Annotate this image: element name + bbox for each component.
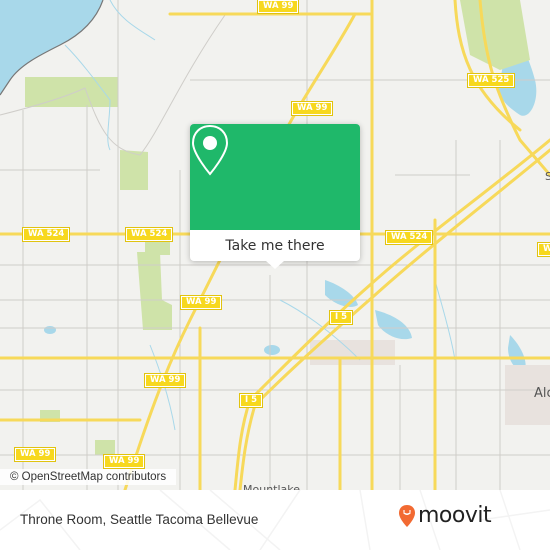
place-name: Throne Room, Seattle Tacoma Bellevue	[20, 512, 259, 527]
route-shield: WA 99	[102, 454, 146, 469]
water-lake-2	[325, 280, 358, 307]
route-shield: WA 524	[21, 227, 71, 242]
park-3	[137, 252, 172, 330]
route-shield: WA 99	[256, 0, 300, 14]
location-popup: Take me there	[190, 124, 360, 269]
popup-pointer	[266, 261, 284, 269]
brand-name: moovit	[418, 503, 492, 528]
map-pin-icon	[191, 124, 229, 176]
moovit-logo[interactable]: moovit	[398, 503, 492, 528]
map-attribution[interactable]: © OpenStreetMap contributors	[0, 469, 177, 485]
route-shield: WA 99	[13, 447, 57, 462]
route-shield: I 5	[328, 310, 354, 325]
park-2	[120, 150, 148, 190]
place-label: Mountlake	[243, 483, 301, 490]
place-label: S	[545, 170, 550, 183]
route-shield: WA 99	[290, 101, 334, 116]
water-lake-4	[508, 335, 526, 371]
route-shield: WA 524	[536, 242, 550, 257]
popup-header	[190, 124, 360, 230]
moovit-pin-icon	[399, 504, 415, 527]
map-view[interactable]: WA 99 WA 525 WA 99 WA 524 WA 524 WA 524 …	[0, 0, 550, 490]
water-lake-3	[375, 310, 412, 340]
route-shield: WA 525	[466, 73, 516, 88]
route-shield: I 5	[238, 393, 264, 408]
take-me-there-button[interactable]: Take me there	[190, 230, 360, 261]
route-shield: WA 524	[384, 230, 434, 245]
park-4	[460, 0, 530, 70]
route-shield: WA 99	[179, 295, 223, 310]
footer-bar: Throne Room, Seattle Tacoma Bellevue moo…	[0, 490, 550, 550]
route-shield: WA 99	[143, 373, 187, 388]
route-shield: WA 524	[124, 227, 174, 242]
place-label: Alc	[534, 386, 550, 401]
